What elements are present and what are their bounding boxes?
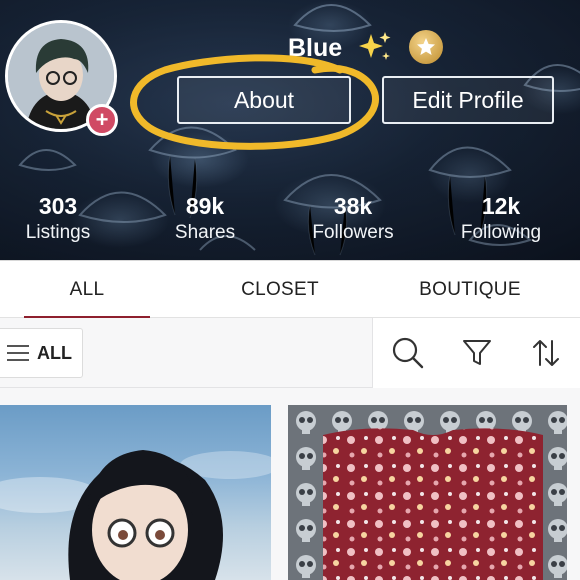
menu-icon [7,345,29,361]
filter-icon [462,340,491,365]
sort-button[interactable] [511,318,580,388]
star-icon [417,38,435,55]
stat-label: Following [460,222,542,243]
add-photo-button[interactable]: + [86,104,118,136]
sparkles-icon [359,32,391,60]
stat-listings[interactable]: 303 Listings [0,192,118,246]
stat-label: Listings [25,222,91,243]
stat-value: 303 [38,193,78,219]
closet-tabs: ALL CLOSET BOUTIQUE [0,260,580,319]
listing-photo [288,405,567,580]
listing-card[interactable] [0,405,271,580]
about-button[interactable]: About [177,76,351,124]
username: Blue [288,34,343,62]
closet-tools [372,318,580,388]
search-button[interactable] [373,318,442,388]
stat-value: 38k [333,193,373,219]
filter-bar: ALL [0,318,580,388]
filter-button[interactable] [442,318,511,388]
edit-profile-button[interactable]: Edit Profile [382,76,554,124]
listing-card[interactable] [288,405,567,580]
stat-value: 12k [481,193,521,219]
tab-all[interactable]: ALL [24,261,150,319]
stat-followers[interactable]: 38k Followers [293,192,413,246]
listing-photo [0,450,271,580]
stat-shares[interactable]: 89k Shares [145,192,265,246]
listing-grid [0,388,580,580]
ambassador-badge[interactable] [409,30,443,64]
stat-label: Shares [174,222,236,243]
stat-label: Followers [312,222,394,243]
sort-icon [532,340,559,366]
category-filter-label: ALL [37,342,72,363]
plus-icon: + [95,107,109,132]
stat-value: 89k [185,193,225,219]
search-icon [392,337,423,369]
tab-boutique[interactable]: BOUTIQUE [405,261,535,319]
category-filter-button[interactable]: ALL [0,328,83,378]
tab-closet[interactable]: CLOSET [210,261,350,319]
stat-following[interactable]: 12k Following [441,192,561,246]
